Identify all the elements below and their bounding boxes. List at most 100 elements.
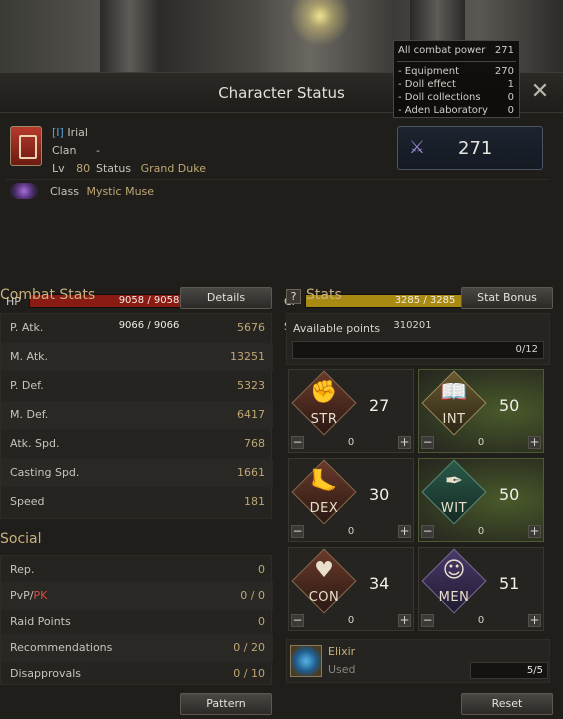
level-label: Lv bbox=[52, 162, 65, 175]
combat-stat-label: M. Atk. bbox=[10, 350, 48, 363]
clan-value: - bbox=[96, 144, 100, 157]
combat-stat-value: 6417 bbox=[237, 408, 265, 421]
available-points-value: 0/12 bbox=[515, 344, 538, 355]
combat-stat-value: 13251 bbox=[230, 350, 265, 363]
character-name-row: [I] Irial bbox=[52, 126, 88, 139]
avatar bbox=[10, 126, 42, 166]
stat-alloc-value: 0 bbox=[477, 615, 485, 626]
combat-stat-value: 5676 bbox=[237, 321, 265, 334]
tooltip-equipment-label: - Equipment bbox=[398, 66, 460, 77]
combat-stat-value: 1661 bbox=[237, 466, 265, 479]
raid-value: 0 bbox=[258, 615, 265, 628]
character-status-window: Character Status ✕ [I] Irial Clan - Lv 8… bbox=[0, 72, 563, 719]
combat-stat-row: M. Atk. 13251 bbox=[1, 343, 273, 371]
social-row-recommendations: Recommendations 0 / 20 bbox=[1, 634, 273, 662]
pvp-pk-label: PvP/PK bbox=[10, 582, 47, 610]
status-row: Status Grand Duke bbox=[96, 162, 206, 175]
minus-icon[interactable]: − bbox=[421, 436, 434, 449]
minus-icon[interactable]: − bbox=[291, 525, 304, 538]
tooltip-total-value: 271 bbox=[494, 45, 514, 56]
minus-icon[interactable]: − bbox=[291, 614, 304, 627]
status-value: Grand Duke bbox=[140, 162, 206, 175]
combat-power-box[interactable]: ⚔ 271 bbox=[397, 126, 543, 170]
cp-text: 3285 / 3285 bbox=[394, 295, 456, 306]
level-value: 80 bbox=[76, 162, 91, 175]
stat-value: 27 bbox=[369, 396, 390, 415]
disapprovals-label: Disapprovals bbox=[10, 667, 82, 680]
stat-cell-con: ♥ CON 34 − 0 + bbox=[288, 547, 414, 631]
combat-stat-row: M. Def. 6417 bbox=[1, 401, 273, 429]
stat-stepper: − 0 + bbox=[421, 436, 541, 450]
details-button[interactable]: Details bbox=[180, 287, 272, 309]
stat-value: 30 bbox=[369, 485, 390, 504]
stat-alloc-value: 0 bbox=[347, 526, 355, 537]
heart-icon: ♥ bbox=[314, 558, 334, 583]
plus-icon[interactable]: + bbox=[398, 614, 411, 627]
stat-bonus-button[interactable]: Stat Bonus bbox=[461, 287, 553, 309]
stat-value: 50 bbox=[499, 485, 520, 504]
plus-icon[interactable]: + bbox=[528, 614, 541, 627]
tooltip-doll-effect-value: 1 bbox=[507, 79, 514, 90]
class-row: Class Mystic Muse bbox=[6, 179, 549, 203]
combat-stat-value: 181 bbox=[244, 495, 265, 508]
foot-icon: 🦶 bbox=[310, 469, 338, 494]
combat-stats-panel: P. Atk. 5676 M. Atk. 13251 P. Def. 5323 M. Def… bbox=[0, 313, 273, 519]
plus-icon[interactable]: + bbox=[398, 525, 411, 538]
stat-cell-str: ✊ STR 27 − 0 + bbox=[288, 369, 414, 453]
tooltip-row-doll-collections: - Doll collections 0 bbox=[398, 91, 514, 104]
stat-value: 51 bbox=[499, 574, 520, 593]
combat-stat-label: Speed bbox=[10, 495, 45, 508]
plus-icon[interactable]: + bbox=[528, 525, 541, 538]
social-row-disapprovals: Disapprovals 0 / 10 bbox=[1, 660, 273, 688]
stat-stepper: − 0 + bbox=[421, 525, 541, 539]
social-row-raid: Raid Points 0 bbox=[1, 608, 273, 636]
help-icon[interactable]: ? bbox=[286, 289, 301, 304]
disapprovals-value: 0 / 10 bbox=[233, 667, 265, 680]
pk-label: PK bbox=[33, 589, 48, 602]
combat-stat-label: Casting Spd. bbox=[10, 466, 80, 479]
stat-alloc-value: 0 bbox=[477, 526, 485, 537]
class-text: Class Mystic Muse bbox=[50, 185, 154, 198]
minus-icon[interactable]: − bbox=[421, 525, 434, 538]
tooltip-total-label: All combat power bbox=[398, 45, 486, 56]
mp-text: 9066 / 9066 bbox=[118, 320, 180, 331]
rep-label: Rep. bbox=[10, 563, 35, 576]
stat-abbr: INT bbox=[442, 412, 466, 427]
class-value: Mystic Muse bbox=[86, 185, 155, 198]
stat-cell-dex: 🦶 DEX 30 − 0 + bbox=[288, 458, 414, 542]
stat-alloc-value: 0 bbox=[347, 615, 355, 626]
tooltip-row-doll-effect: - Doll effect 1 bbox=[398, 78, 514, 91]
close-icon[interactable]: ✕ bbox=[529, 81, 551, 103]
combat-power-icon: ⚔ bbox=[408, 137, 426, 158]
plus-icon[interactable]: + bbox=[398, 436, 411, 449]
reset-button[interactable]: Reset bbox=[461, 693, 553, 715]
pattern-button[interactable]: Pattern bbox=[180, 693, 272, 715]
combat-stat-row: P. Def. 5323 bbox=[1, 372, 273, 400]
minus-icon[interactable]: − bbox=[421, 614, 434, 627]
stat-alloc-value: 0 bbox=[347, 437, 355, 448]
tooltip-doll-collections-label: - Doll collections bbox=[398, 92, 481, 103]
level-row: Lv 80 bbox=[52, 162, 90, 175]
raid-label: Raid Points bbox=[10, 615, 71, 628]
tooltip-row-equipment: - Equipment 270 bbox=[398, 65, 514, 78]
character-name: Irial bbox=[67, 126, 88, 139]
status-label: Status bbox=[96, 162, 132, 175]
stat-abbr: DEX bbox=[309, 501, 339, 516]
elixir-panel: Elixir Used 5/5 bbox=[286, 639, 550, 683]
class-label: Class bbox=[50, 185, 79, 198]
combat-stat-row: Casting Spd. 1661 bbox=[1, 459, 273, 487]
stat-abbr: STR bbox=[310, 412, 338, 427]
recommendations-label: Recommendations bbox=[10, 641, 113, 654]
combat-stat-label: P. Def. bbox=[10, 379, 44, 392]
quill-icon: ✒ bbox=[444, 469, 464, 494]
combat-stat-label: M. Def. bbox=[10, 408, 49, 421]
social-panel: Rep. 0 PvP/PK 0 / 0 Raid Points 0 Recomm… bbox=[0, 555, 273, 688]
plus-icon[interactable]: + bbox=[528, 436, 541, 449]
stat-cell-int: 📖 INT 50 − 0 + bbox=[418, 369, 544, 453]
combat-stat-label: P. Atk. bbox=[10, 321, 44, 334]
minus-icon[interactable]: − bbox=[291, 436, 304, 449]
elixir-used-box: 5/5 bbox=[470, 662, 548, 679]
clan-row: Clan bbox=[52, 144, 76, 157]
pvp-label: PvP/ bbox=[10, 589, 34, 602]
combat-power-value: 271 bbox=[458, 138, 493, 159]
